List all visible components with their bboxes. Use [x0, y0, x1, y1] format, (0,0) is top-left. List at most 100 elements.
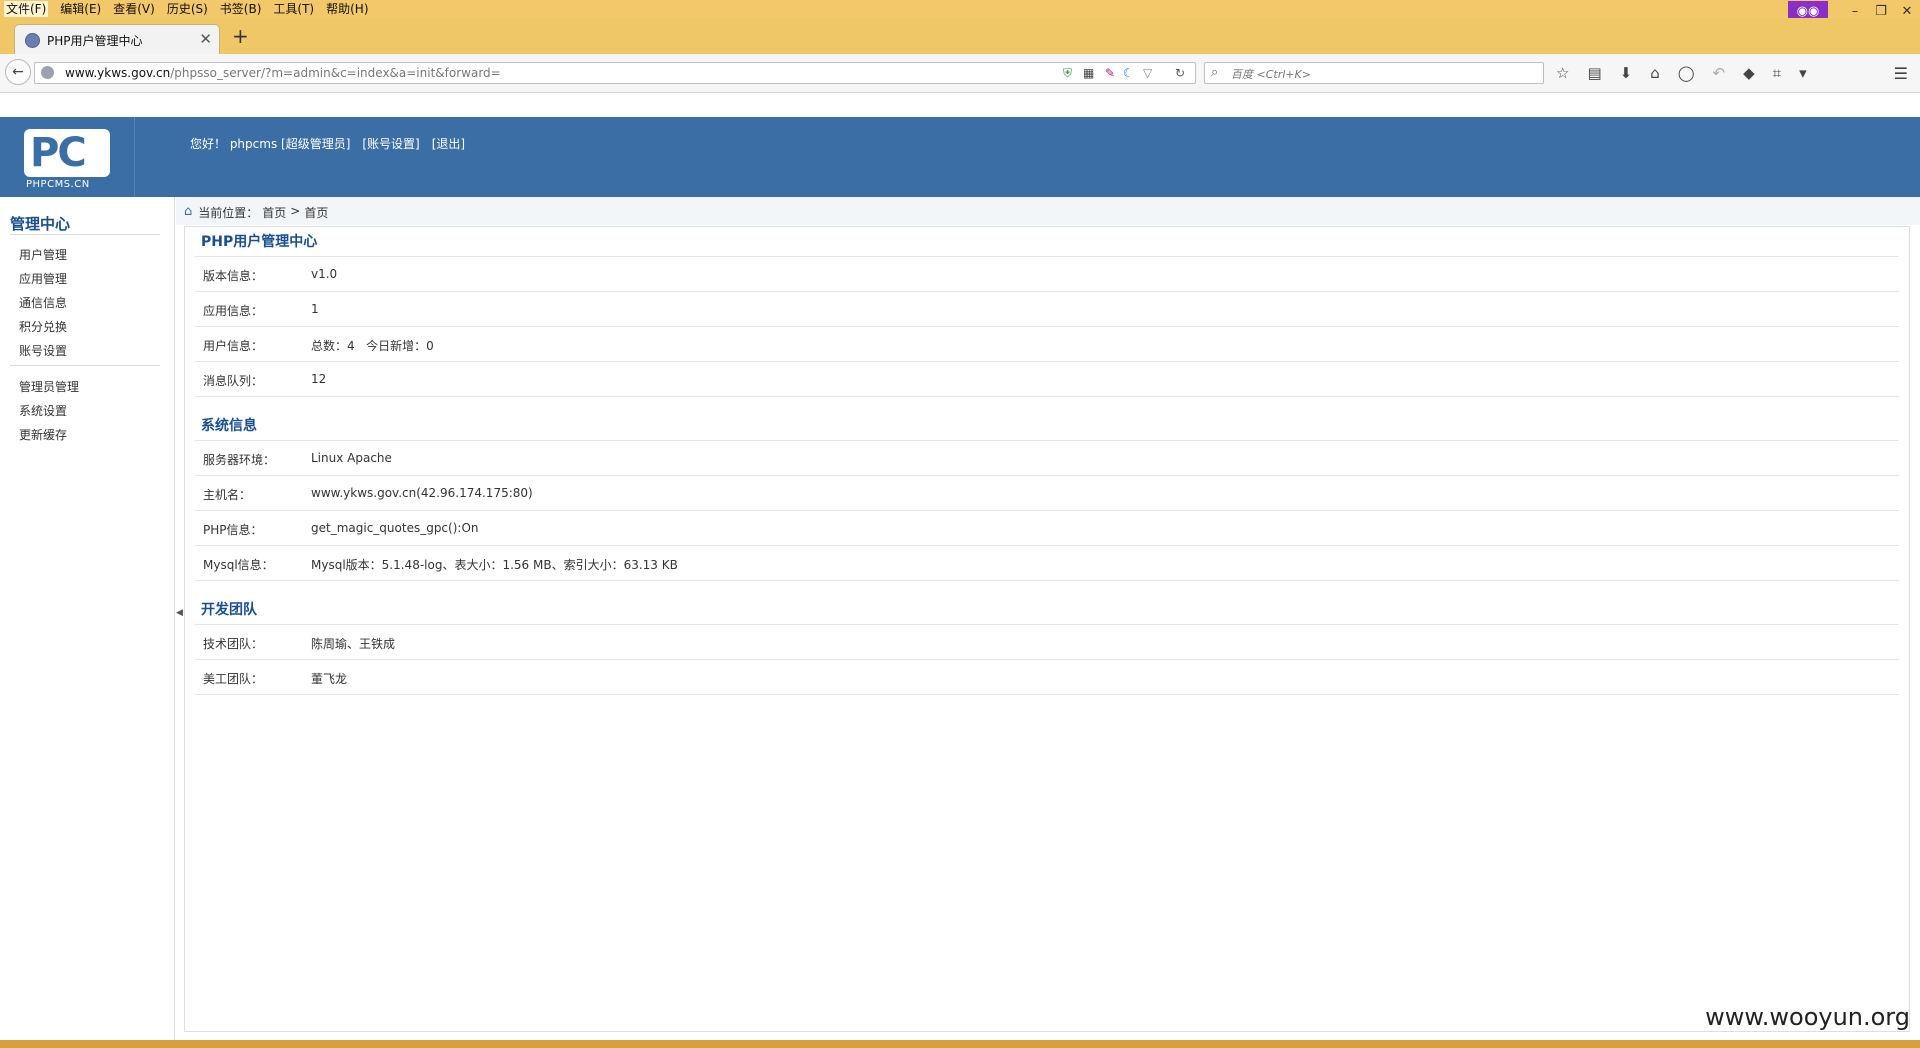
sidebar-item-credits[interactable]: 积分兑换 — [19, 315, 67, 339]
search-input[interactable] — [1229, 65, 1533, 83]
sidebar-divider — [10, 234, 160, 235]
taskbar — [0, 1040, 1920, 1048]
sidebar-item-users[interactable]: 用户管理 — [19, 243, 67, 267]
url-host: www.ykws.gov.cn — [65, 66, 171, 80]
breadcrumb-home[interactable]: 首页 — [262, 204, 286, 221]
breadcrumb-separator: > — [290, 204, 301, 218]
sidebar-item-update-cache[interactable]: 更新缓存 — [19, 423, 79, 447]
row-label: 版本信息： — [203, 269, 264, 283]
breadcrumb-bar: ⌂ 当前位置： 首页 > 首页 — [176, 197, 1920, 225]
download-icon[interactable]: ⬇ — [1620, 64, 1633, 82]
logo-text: PC — [30, 130, 87, 176]
swirl-icon[interactable]: ☾ — [1123, 66, 1134, 80]
breadcrumb-label: 当前位置： — [198, 206, 259, 220]
hamburger-menu-icon[interactable]: ☰ — [1894, 64, 1908, 83]
row-value: Mysql版本：5.1.48-log、表大小：1.56 MB、索引大小：63.1… — [311, 558, 678, 572]
restore-button[interactable]: ❐ — [1868, 4, 1894, 19]
menu-file[interactable]: 文件(F) — [4, 1, 49, 17]
sidebar: 管理中心 用户管理 应用管理 通信信息 积分兑换 账号设置 管理员管理 系统设置… — [0, 197, 175, 1048]
table-row: 服务器环境： Linux Apache — [195, 441, 1899, 476]
menu-bookmarks[interactable]: 书签(B) — [220, 1, 262, 17]
breadcrumb-current[interactable]: 首页 — [304, 204, 328, 221]
section-title-app: PHP用户管理中心 — [201, 234, 318, 250]
menu-tools[interactable]: 工具(T) — [273, 1, 314, 17]
row-value: get_magic_quotes_gpc():On — [311, 521, 479, 535]
row-label: Mysql信息： — [203, 558, 274, 572]
more-dropdown-icon[interactable]: ▾ — [1799, 64, 1807, 82]
table-row: 主机名： www.ykws.gov.cn(42.96.174.175:80) — [195, 476, 1899, 511]
chat-icon[interactable]: ◯ — [1678, 64, 1695, 82]
header-divider — [134, 117, 135, 197]
table-row: 技术团队： 陈周瑜、王铁成 — [195, 625, 1899, 660]
table-row: PHP信息： get_magic_quotes_gpc():On — [195, 511, 1899, 546]
account-settings-link[interactable]: [账号设置] — [362, 135, 419, 152]
row-label: 主机名： — [203, 488, 252, 502]
qr-code-icon[interactable]: ▦ — [1083, 66, 1094, 80]
row-value: www.ykws.gov.cn(42.96.174.175:80) — [311, 486, 533, 500]
sidebar-item-admins[interactable]: 管理员管理 — [19, 375, 79, 399]
sidebar-item-account[interactable]: 账号设置 — [19, 339, 67, 363]
row-label: 服务器环境： — [203, 453, 276, 467]
phpcms-logo[interactable]: PC PHPCMS.CN — [22, 129, 114, 191]
row-value: 1 — [311, 302, 319, 316]
menu-edit[interactable]: 编辑(E) — [60, 1, 101, 17]
minimize-button[interactable]: – — [1842, 4, 1868, 19]
tab-title: PHP用户管理中心 — [47, 34, 143, 48]
back-button[interactable]: ← — [5, 59, 31, 85]
menu-view[interactable]: 查看(V) — [113, 1, 155, 17]
row-label: 用户信息： — [203, 339, 264, 353]
row-value: v1.0 — [311, 267, 338, 281]
search-icon: ⌕ — [1211, 65, 1219, 80]
close-tab-icon[interactable]: ✕ — [199, 30, 212, 48]
table-row: 美工团队： 董飞龙 — [195, 660, 1899, 695]
watermark: www.wooyun.org — [1705, 1003, 1910, 1031]
pen-icon[interactable]: ✎ — [1105, 66, 1115, 80]
url-bar[interactable]: www.ykws.gov.cn/phpsso_server/?m=admin&c… — [34, 62, 1196, 84]
row-label: 技术团队： — [203, 637, 264, 651]
row-value: 董飞龙 — [311, 672, 348, 686]
greeting-text: 您好！ phpcms [超级管理员] — [190, 137, 351, 151]
logo-subtitle: PHPCMS.CN — [26, 179, 90, 190]
home-icon[interactable]: ⌂ — [1650, 64, 1660, 82]
sidebar-item-communication[interactable]: 通信信息 — [19, 291, 67, 315]
tab-strip: PHP用户管理中心 ✕ + — [0, 18, 1920, 54]
url-path: /phpsso_server/?m=admin&c=index&a=init&f… — [170, 66, 501, 80]
table-row: 用户信息： 总数：4 今日新增：0 — [195, 327, 1899, 362]
table-row: 应用信息： 1 — [195, 292, 1899, 327]
sidebar-item-system-settings[interactable]: 系统设置 — [19, 399, 79, 423]
row-value: Linux Apache — [311, 451, 392, 465]
row-value: 总数：4 今日新增：0 — [311, 339, 434, 353]
row-label: 应用信息： — [203, 304, 264, 318]
table-row: Mysql信息： Mysql版本：5.1.48-log、表大小：1.56 MB、… — [195, 546, 1899, 581]
reading-list-icon[interactable]: ▤ — [1587, 64, 1601, 82]
sidebar-item-apps[interactable]: 应用管理 — [19, 267, 67, 291]
crop-icon[interactable]: ⌗ — [1773, 64, 1781, 82]
favicon-icon — [25, 33, 40, 48]
close-window-button[interactable]: ✕ — [1894, 4, 1920, 19]
sidebar-group-admin: 管理员管理 系统设置 更新缓存 — [19, 375, 79, 447]
menu-history[interactable]: 历史(S) — [167, 1, 208, 17]
search-bar[interactable]: ⌕ — [1204, 62, 1544, 84]
sidebar-group-main: 用户管理 应用管理 通信信息 积分兑换 账号设置 — [19, 243, 67, 363]
collapse-sidebar-icon[interactable]: ◀ — [176, 608, 183, 618]
menu-bar: 文件(F) 编辑(E) 查看(V) 历史(S) 书签(B) 工具(T) 帮助(H… — [0, 0, 1920, 18]
dropdown-icon[interactable]: ▽ — [1143, 66, 1152, 80]
breadcrumb: ⌂ 当前位置： 首页 > 首页 — [184, 204, 328, 221]
bookmark-star-icon[interactable]: ☆ — [1556, 64, 1569, 82]
url-text[interactable]: www.ykws.gov.cn/phpsso_server/?m=admin&c… — [65, 66, 501, 80]
row-value: 12 — [311, 372, 327, 386]
shield-icon[interactable]: ⛨ — [1063, 66, 1072, 81]
menu-help[interactable]: 帮助(H) — [326, 1, 368, 17]
undo-icon[interactable]: ↶ — [1713, 64, 1726, 82]
new-tab-button[interactable]: + — [232, 26, 249, 46]
logout-link[interactable]: [退出] — [432, 135, 465, 152]
navigation-bar: ← www.ykws.gov.cn/phpsso_server/?m=admin… — [0, 54, 1920, 93]
table-row: 版本信息： v1.0 — [195, 257, 1899, 292]
browser-tab[interactable]: PHP用户管理中心 ✕ — [14, 24, 220, 54]
row-label: PHP信息： — [203, 523, 263, 537]
feedback-icon[interactable]: ◆ — [1743, 64, 1755, 82]
globe-icon — [41, 66, 54, 79]
main-content: PHP用户管理中心 版本信息： v1.0 应用信息： 1 用户信息： 总数：4 … — [184, 226, 1910, 1032]
reload-icon[interactable]: ↻ — [1175, 66, 1185, 80]
row-label: 消息队列： — [203, 374, 264, 388]
